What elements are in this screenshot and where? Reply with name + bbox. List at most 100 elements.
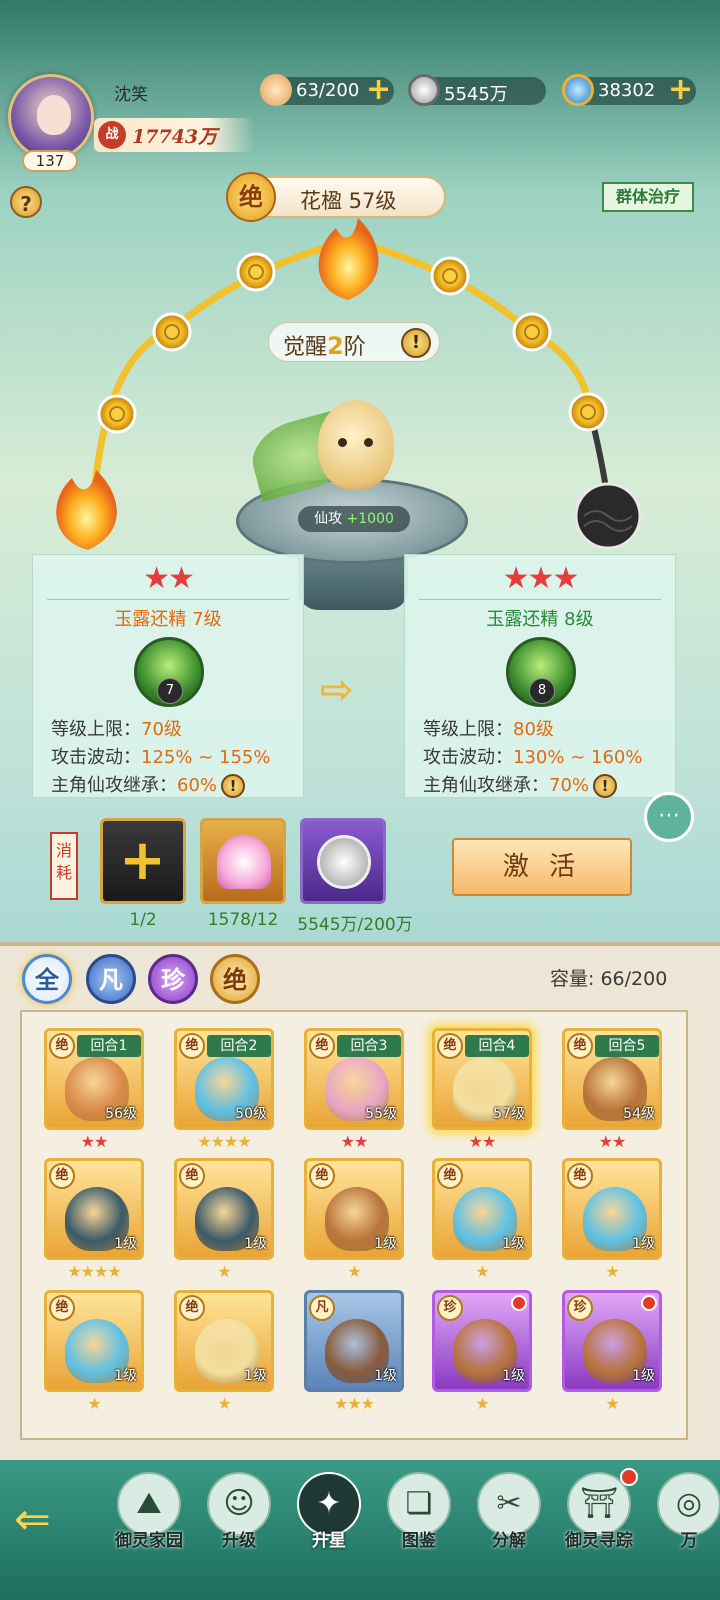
resource-value: 38302: [598, 80, 656, 101]
nav-cards[interactable]: ❏ 图鉴: [378, 1466, 460, 1586]
pet-eye: [338, 438, 347, 447]
pet-stars: ★: [605, 1394, 619, 1413]
pet-level: 1级: [244, 1368, 267, 1384]
inherit-info-icon[interactable]: !: [593, 774, 618, 798]
next-star-card: ★★★ 玉露还精 8级 8 等级上限：80级 攻击波动：130% ~ 160% …: [404, 554, 676, 798]
awaken-stage-plate: 觉醒2阶 !: [268, 322, 440, 362]
stat-label: 主角仙攻继承：: [423, 775, 549, 796]
add-gems-button[interactable]: +: [668, 75, 694, 105]
pet-level: 1级: [374, 1236, 397, 1252]
filter-tab-legendary[interactable]: 绝: [210, 954, 260, 1004]
awaken-stage-text: 觉醒2阶: [283, 329, 366, 361]
pet-grade-badge: 绝: [309, 1033, 335, 1059]
pet-round-tag: 回合4: [465, 1035, 529, 1057]
pet-grade-badge: 绝: [49, 1033, 75, 1059]
lotus-item[interactable]: [200, 818, 286, 904]
top-bar: 137 沈笑 战 17743万 63/200 + 5545万 38302 +: [0, 0, 720, 172]
arc-node: [430, 256, 470, 296]
filter-tab-rare[interactable]: 珍: [148, 954, 198, 1004]
pet-grade-badge: 绝: [179, 1163, 205, 1189]
resource-stamina: 63/200 +: [260, 74, 394, 106]
pet-grade-badge: 绝: [49, 1163, 75, 1189]
pet-stars: ★★★: [333, 1394, 375, 1413]
nav-label: 御灵寻踪: [565, 1531, 633, 1551]
lotus-icon: [217, 835, 271, 889]
pet-card[interactable]: 绝 1级: [304, 1158, 404, 1260]
nav-mountain[interactable]: ⛰ 御灵家园: [108, 1466, 190, 1586]
nav-more[interactable]: ◎ 万: [648, 1466, 720, 1586]
pet-stat-value: +1000: [346, 511, 394, 527]
nav-split[interactable]: ✂ 分解: [468, 1466, 550, 1586]
next-stars: ★★★: [502, 561, 580, 596]
divider: [419, 599, 661, 600]
pet-grade-badge: 绝: [567, 1163, 593, 1189]
chat-bubble-icon[interactable]: ⋯: [644, 792, 694, 842]
coin-item[interactable]: [300, 818, 386, 904]
pet-level: 50级: [235, 1106, 267, 1122]
stat-value: 60%: [177, 775, 218, 796]
pet-level: 56级: [105, 1106, 137, 1122]
pet-card[interactable]: 绝 1级: [174, 1158, 274, 1260]
nav-pet-face[interactable]: ☺ 升级: [198, 1466, 280, 1586]
pet-stat-label: 仙攻: [314, 511, 343, 527]
stat-row-attack-range: 攻击波动：130% ~ 160%: [423, 743, 642, 769]
combat-power-icon: 战: [98, 121, 126, 149]
stat-value: 130% ~ 160%: [513, 747, 643, 768]
pet-level: 1级: [632, 1236, 655, 1252]
pet-card[interactable]: 绝 1级: [562, 1158, 662, 1260]
player-avatar[interactable]: [8, 74, 94, 160]
pet-card[interactable]: 绝回合3 55级: [304, 1028, 404, 1130]
stat-label: 等级上限：: [423, 719, 513, 740]
pet-card[interactable]: 绝回合5 54级: [562, 1028, 662, 1130]
pet-stars: ★: [475, 1394, 489, 1413]
arc-node: [152, 312, 192, 352]
pet-grade-badge: 珍: [437, 1295, 463, 1321]
pet-card[interactable]: 珍 1级: [432, 1290, 532, 1392]
nav-stars[interactable]: ✦ 升星: [288, 1466, 370, 1586]
player-name: 沈笑: [114, 85, 148, 105]
pet-model[interactable]: [318, 400, 394, 490]
pet-grade-badge: 绝: [437, 1163, 463, 1189]
pet-card[interactable]: 珍 1级: [562, 1290, 662, 1392]
combat-power-value: 17743万: [132, 126, 218, 148]
next-skill-name: 玉露还精 8级: [486, 609, 594, 630]
pet-stars: ★★: [598, 1132, 627, 1151]
stat-value: 70%: [549, 775, 590, 796]
coin-icon: [317, 835, 371, 889]
divider: [47, 599, 289, 600]
pet-card[interactable]: 绝回合4 57级: [432, 1028, 532, 1130]
pet-level: 1级: [502, 1236, 525, 1252]
stat-row-inherit: 主角仙攻继承：60%!: [51, 771, 246, 798]
filter-tab-common[interactable]: 凡: [86, 954, 136, 1004]
pet-card[interactable]: 绝 1级: [44, 1158, 144, 1260]
pet-grade-badge: 绝: [567, 1033, 593, 1059]
pet-level: 55级: [365, 1106, 397, 1122]
pet-level: 1级: [114, 1368, 137, 1384]
notification-dot: [511, 1295, 527, 1311]
notification-dot: [620, 1468, 638, 1486]
activate-button[interactable]: 激 活: [452, 838, 632, 896]
pet-stars: ★: [217, 1262, 231, 1281]
add-pet-slot-item[interactable]: +: [100, 818, 186, 904]
awaken-info-icon[interactable]: !: [401, 328, 431, 358]
pet-card[interactable]: 绝 1级: [174, 1290, 274, 1392]
nav-gate[interactable]: ⛩ 御灵寻踪: [558, 1466, 640, 1586]
inherit-info-icon[interactable]: !: [221, 774, 246, 798]
pet-card[interactable]: 凡 1级: [304, 1290, 404, 1392]
pet-card[interactable]: 绝回合2 50级: [174, 1028, 274, 1130]
awaken-stage-number: 2: [327, 332, 344, 360]
pet-stars: ★★★★: [67, 1262, 121, 1281]
nav-label: 升级: [222, 1531, 256, 1551]
back-arrow-icon[interactable]: ⇐: [14, 1490, 84, 1550]
nav-label: 万: [680, 1531, 698, 1551]
pet-level: 1级: [244, 1236, 267, 1252]
pet-card[interactable]: 绝回合1 56级: [44, 1028, 144, 1130]
nav-label: 升星: [312, 1531, 346, 1551]
skill-heart-icon: 8: [506, 637, 576, 707]
pet-card[interactable]: 绝 1级: [44, 1290, 144, 1392]
add-stamina-button[interactable]: +: [366, 75, 392, 105]
pet-eye: [364, 438, 373, 447]
arc-node: [236, 252, 276, 292]
filter-tab-all[interactable]: 全: [22, 954, 72, 1004]
pet-card[interactable]: 绝 1级: [432, 1158, 532, 1260]
